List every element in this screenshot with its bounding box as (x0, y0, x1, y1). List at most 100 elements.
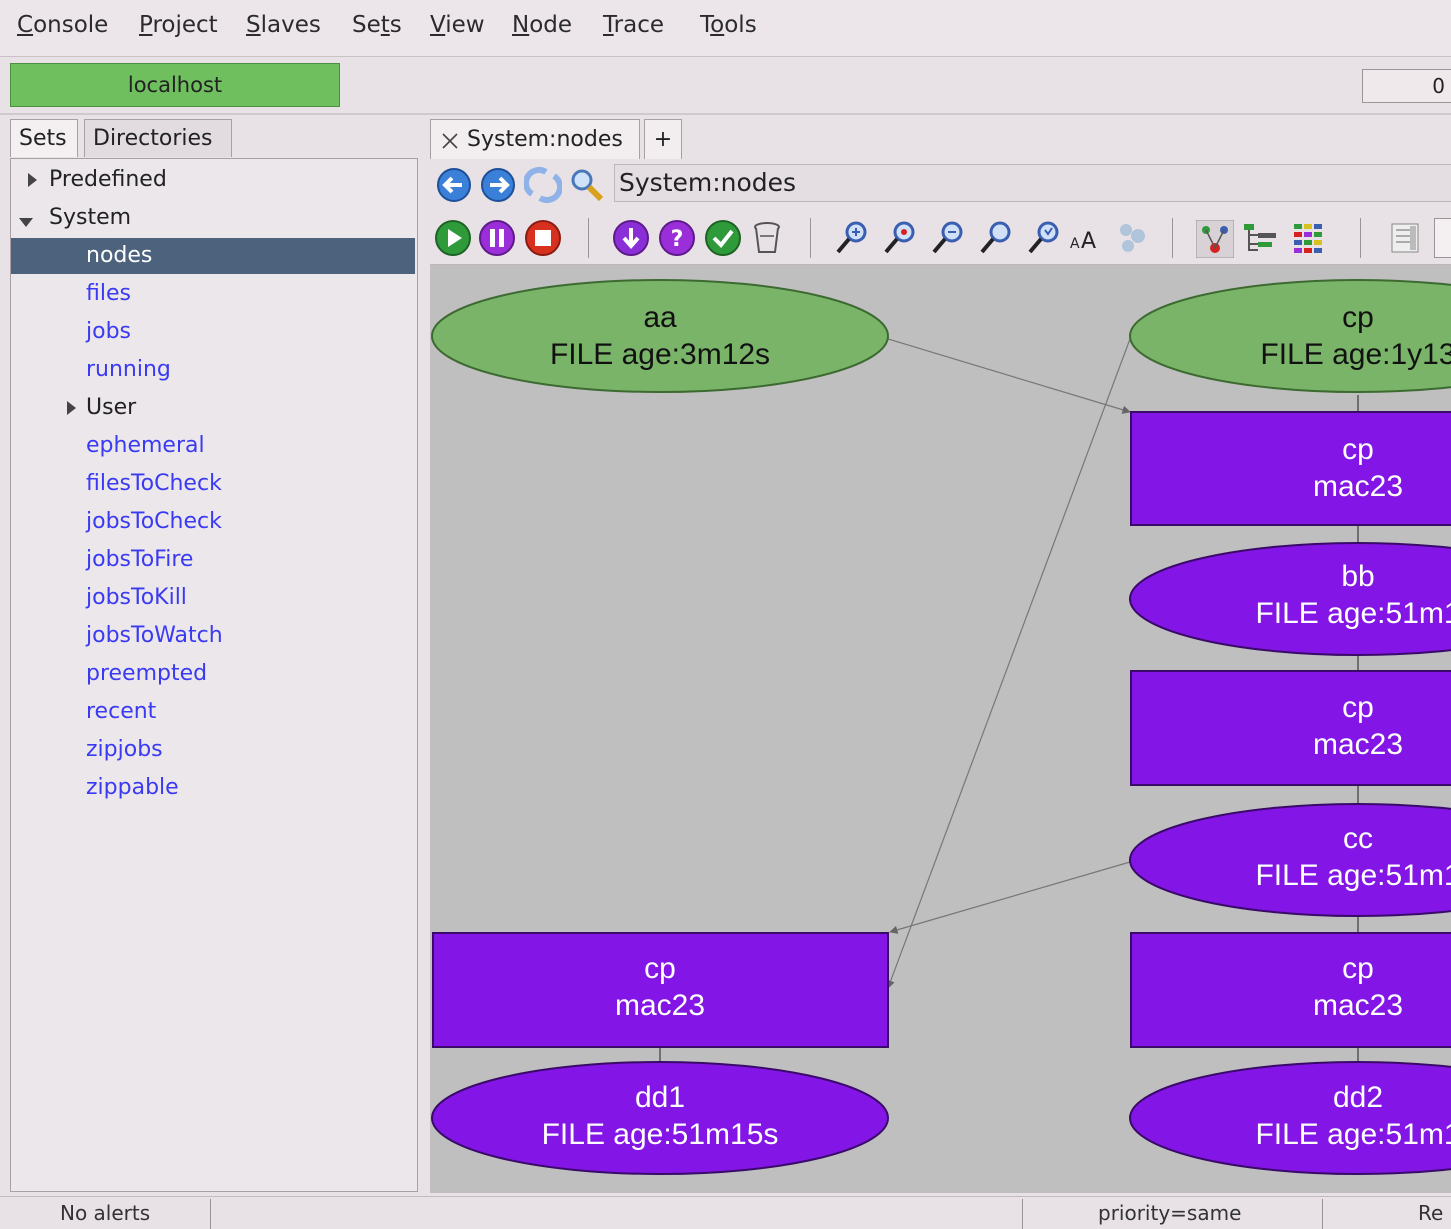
tree-item-jobs[interactable]: jobs (11, 314, 415, 350)
alerts-status: No alerts (60, 1201, 151, 1225)
tree-item-running-label: running (86, 357, 171, 382)
panel-icon[interactable] (1390, 220, 1424, 256)
node-label-cp-r3: cp mac23 (1158, 950, 1451, 1024)
tab-sets[interactable]: Sets (10, 119, 78, 157)
tree-item-predefined[interactable]: Predefined (11, 162, 415, 198)
graph-toolbar: ? AA (430, 210, 1451, 265)
tree-item-system[interactable]: System (11, 200, 415, 236)
menu-console[interactable]: Console (17, 12, 108, 38)
menu-slaves-mnemonic: S (246, 12, 261, 38)
tree-item-label: jobsToCheck (86, 509, 222, 534)
tree-layout-icon[interactable] (1242, 220, 1280, 256)
menu-node-label: ode (529, 12, 573, 38)
zoom-in-icon[interactable] (834, 220, 870, 256)
collapse-arrow-icon[interactable] (19, 218, 33, 227)
forward-icon[interactable] (478, 166, 518, 204)
tree-item-running[interactable]: running (11, 352, 415, 388)
tab-directories[interactable]: Directories (84, 119, 232, 157)
menu-view-label: iew (445, 12, 485, 38)
address-field[interactable]: System:nodes (614, 164, 1451, 202)
menu-project-mnemonic: P (139, 12, 153, 38)
menu-node[interactable]: Node (512, 12, 572, 38)
node-label-aa: aa FILE age:3m12s (460, 299, 860, 373)
tree-item-jobstocheck[interactable]: jobsToCheck (11, 504, 415, 540)
node-title: dd1 (634, 1081, 686, 1114)
tab-system-nodes[interactable]: System:nodes (430, 119, 640, 159)
tree-item-zipjobs[interactable]: zipjobs (11, 732, 415, 768)
node-subtitle: mac23 (614, 989, 706, 1022)
node-title: cp (1342, 952, 1374, 985)
close-icon[interactable] (441, 132, 459, 150)
node-title: cp (1342, 301, 1374, 334)
back-icon[interactable] (434, 166, 474, 204)
expand-arrow-icon[interactable] (67, 401, 76, 415)
node-subtitle: mac23 (1312, 989, 1404, 1022)
tree-item-jobstofire[interactable]: jobsToFire (11, 542, 415, 578)
tree-item-jobstowatch[interactable]: jobsToWatch (11, 618, 415, 654)
menu-sets[interactable]: Sets (352, 12, 402, 38)
menu-slaves-label: laves (260, 12, 321, 38)
tree-item-filestocheck[interactable]: filesToCheck (11, 466, 415, 502)
play-icon[interactable] (434, 220, 472, 256)
menu-trace[interactable]: Trace (603, 12, 664, 38)
help-icon[interactable]: ? (658, 220, 696, 256)
tree-item-label: zipjobs (86, 737, 163, 762)
node-subtitle: FILE age:51m1 (1255, 597, 1451, 630)
status-right: Re (1418, 1201, 1444, 1225)
zoom-fit-icon[interactable] (978, 220, 1014, 256)
trash-icon[interactable] (750, 220, 784, 256)
tree-item-recent[interactable]: recent (11, 694, 415, 730)
node-subtitle: FILE age:3m12s (549, 338, 771, 371)
toolbar-input-stub[interactable] (1434, 218, 1451, 258)
menu-slaves[interactable]: Slaves (246, 12, 321, 38)
menu-sets-label-a: Se (352, 12, 381, 38)
node-title: cc (1343, 822, 1373, 855)
graph-layout-icon[interactable] (1196, 220, 1234, 258)
menu-project-label: roject (152, 12, 218, 38)
tree-item-system-label: System (49, 205, 132, 230)
tree-item-user[interactable]: User (11, 390, 415, 426)
tree-item-files[interactable]: files (11, 276, 415, 312)
tree-item-preempted[interactable]: preempted (11, 656, 415, 692)
priority-status: priority=same (1098, 1201, 1242, 1225)
add-tab-button[interactable]: + (644, 119, 682, 159)
settings-icon[interactable] (1114, 220, 1150, 256)
grid-layout-icon[interactable] (1292, 220, 1330, 256)
check-icon[interactable] (704, 220, 742, 256)
counter-field[interactable]: 0 (1362, 69, 1451, 103)
tree-item-ephemeral[interactable]: ephemeral (11, 428, 415, 464)
edge-cptop-to-cpleft (886, 338, 1131, 989)
node-label-cp-top: cp FILE age:1y13 (1158, 299, 1451, 373)
menu-tools-label-b: ols (724, 12, 757, 38)
navigation-bar: System:nodes (430, 160, 1451, 208)
tree-item-label: recent (86, 699, 157, 724)
node-title: bb (1341, 560, 1375, 593)
font-size-icon[interactable]: AA (1068, 220, 1104, 256)
search-icon[interactable] (568, 166, 606, 204)
node-subtitle: FILE age:51m15s (541, 1118, 779, 1151)
tree-item-label: preempted (86, 661, 208, 686)
tree-item-nodes-label: nodes (86, 243, 153, 268)
zoom-out-icon[interactable] (930, 220, 966, 256)
pause-icon[interactable] (478, 220, 516, 256)
tree-item-jobstokill[interactable]: jobsToKill (11, 580, 415, 616)
node-label-dd1: dd1 FILE age:51m15s (460, 1079, 860, 1153)
host-bar: localhost 0 (0, 57, 1451, 115)
node-label-cp-left: cp mac23 (460, 950, 860, 1024)
stop-icon[interactable] (524, 220, 562, 256)
download-icon[interactable] (612, 220, 650, 256)
host-button[interactable]: localhost (10, 63, 340, 107)
menu-project[interactable]: Project (139, 12, 218, 38)
tree-item-nodes[interactable]: nodes (11, 238, 415, 274)
tree-item-predefined-label: Predefined (49, 167, 167, 192)
menu-tools[interactable]: Tools (700, 12, 757, 38)
zoom-in-alt-icon[interactable] (882, 220, 918, 256)
tree-item-zippable[interactable]: zippable (11, 770, 415, 806)
menu-tools-mnemonic: o (710, 12, 725, 38)
refresh-icon[interactable] (524, 166, 562, 204)
status-bar: No alerts priority=same Re (0, 1196, 1451, 1229)
menu-view[interactable]: View (430, 12, 485, 38)
zoom-reset-icon[interactable] (1026, 220, 1062, 256)
tree-item-files-label: files (86, 281, 131, 306)
expand-arrow-icon[interactable] (28, 173, 37, 187)
